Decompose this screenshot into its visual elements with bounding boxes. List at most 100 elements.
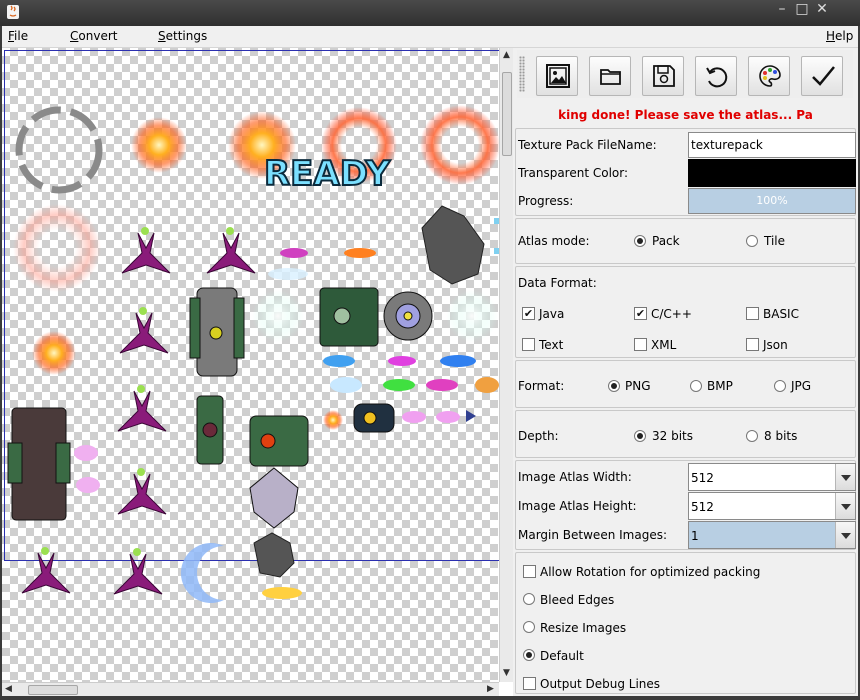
output-debug-checkbox[interactable] xyxy=(523,677,536,690)
default-label: Default xyxy=(540,649,584,663)
scroll-down-arrow-icon[interactable]: ▼ xyxy=(503,668,510,678)
resize-images-label: Resize Images xyxy=(540,621,627,635)
basic-checkbox[interactable] xyxy=(746,307,759,320)
ready-sprite-text: READY xyxy=(263,153,391,195)
atlas-mode-label: Atlas mode: xyxy=(518,234,590,248)
basic-label: BASIC xyxy=(763,307,799,321)
image-format-section: Format: PNG BMP JPG xyxy=(515,360,856,408)
resize-images-radio[interactable] xyxy=(523,621,535,633)
cpp-checkbox[interactable]: ✔ xyxy=(634,307,647,320)
texture-pack-filename-input[interactable]: texturepack xyxy=(688,132,856,158)
margin-select[interactable]: 1 xyxy=(688,521,856,549)
text-checkbox[interactable] xyxy=(522,338,535,351)
vertical-scrollbar[interactable]: ▲ ▼ xyxy=(499,48,513,682)
format-label: Format: xyxy=(518,379,565,393)
json-label: Json xyxy=(763,338,788,352)
save-button[interactable] xyxy=(642,56,684,96)
toolbar xyxy=(517,50,853,98)
depth-8-label: 8 bits xyxy=(764,429,798,443)
atlas-width-select[interactable]: 512 xyxy=(688,463,856,491)
format-png-label: PNG xyxy=(625,379,651,393)
format-bmp-radio[interactable] xyxy=(690,380,702,392)
checkmark-icon xyxy=(812,66,835,86)
text-label: Text xyxy=(539,338,564,352)
atlas-mode-pack-label: Pack xyxy=(652,234,680,248)
file-settings-section: Texture Pack FileName: texturepack Trans… xyxy=(515,128,856,216)
java-checkbox[interactable]: ✔ xyxy=(522,307,535,320)
chevron-down-icon[interactable] xyxy=(835,522,855,548)
atlas-height-select[interactable]: 512 xyxy=(688,492,856,520)
scroll-right-arrow-icon[interactable]: ▶ xyxy=(487,684,494,694)
open-folder-button[interactable] xyxy=(589,56,631,96)
bleed-edges-radio[interactable] xyxy=(523,593,535,605)
data-format-section: Data Format: ✔ Java ✔ C/C++ BASIC Text X… xyxy=(515,266,856,358)
atlas-mode-tile-label: Tile xyxy=(764,234,786,248)
format-png-radio[interactable] xyxy=(608,380,620,392)
atlas-mode-tile-radio[interactable] xyxy=(746,235,758,247)
atlas-mode-section: Atlas mode: Pack Tile xyxy=(515,218,856,264)
xml-checkbox[interactable] xyxy=(634,338,647,351)
menu-settings[interactable]: Settings xyxy=(158,29,207,43)
depth-label: Depth: xyxy=(518,429,559,443)
chevron-down-icon[interactable] xyxy=(835,493,855,519)
data-format-label: Data Format: xyxy=(518,276,597,290)
atlas-mode-pack-radio[interactable] xyxy=(634,235,646,247)
format-jpg-radio[interactable] xyxy=(774,380,786,392)
atlas-preview-pane[interactable]: READY ▲ ▼ ◀ ▶ xyxy=(2,48,513,696)
menu-help[interactable]: Help xyxy=(826,29,853,43)
margin-value: 1 xyxy=(691,529,699,543)
title-bar: – □ ✕ xyxy=(0,0,860,26)
depth-section: Depth: 32 bits 8 bits xyxy=(515,410,856,458)
progress-label: Progress: xyxy=(518,194,574,208)
allow-rotation-label: Allow Rotation for optimized packing xyxy=(540,565,761,579)
menu-bar: File Convert Settings Help xyxy=(2,26,858,48)
maximize-button[interactable]: □ xyxy=(791,0,813,20)
cpp-label: C/C++ xyxy=(651,307,692,321)
chevron-down-icon[interactable] xyxy=(835,464,855,490)
refresh-button[interactable] xyxy=(695,56,737,96)
atlas-width-value: 512 xyxy=(691,471,714,485)
horizontal-scroll-thumb[interactable] xyxy=(28,685,78,695)
xml-label: XML xyxy=(651,338,677,352)
save-icon xyxy=(653,65,675,87)
output-debug-label: Output Debug Lines xyxy=(540,677,661,691)
java-app-icon xyxy=(7,5,19,19)
allow-rotation-checkbox[interactable] xyxy=(523,565,536,578)
json-checkbox[interactable] xyxy=(746,338,759,351)
minimize-button[interactable]: – xyxy=(771,0,793,20)
apply-button[interactable] xyxy=(801,56,843,96)
refresh-icon xyxy=(706,67,728,88)
menu-file[interactable]: File xyxy=(8,29,28,43)
close-button[interactable]: ✕ xyxy=(811,0,833,20)
depth-32-label: 32 bits xyxy=(652,429,693,443)
margin-label: Margin Between Images: xyxy=(518,528,667,542)
palette-icon xyxy=(759,65,781,87)
bleed-edges-label: Bleed Edges xyxy=(540,593,615,607)
menu-convert[interactable]: Convert xyxy=(70,29,117,43)
scroll-up-arrow-icon[interactable]: ▲ xyxy=(503,50,510,60)
atlas-height-label: Image Atlas Height: xyxy=(518,499,637,513)
horizontal-scrollbar[interactable]: ◀ ▶ xyxy=(2,682,499,696)
status-message: king done! Please save the atlas... Pa xyxy=(558,108,813,122)
format-bmp-label: BMP xyxy=(707,379,733,393)
transparent-color-label: Transparent Color: xyxy=(518,166,629,180)
scroll-left-arrow-icon[interactable]: ◀ xyxy=(5,684,12,694)
transparent-color-swatch[interactable] xyxy=(688,159,856,187)
toolbar-grip[interactable] xyxy=(519,56,525,92)
format-jpg-label: JPG xyxy=(791,379,812,393)
color-palette-button[interactable] xyxy=(748,56,790,96)
depth-8-radio[interactable] xyxy=(746,430,758,442)
atlas-width-label: Image Atlas Width: xyxy=(518,470,632,484)
open-image-button[interactable] xyxy=(536,56,578,96)
settings-panel: king done! Please save the atlas... Pa T… xyxy=(513,48,858,696)
atlas-size-section: Image Atlas Width: 512 Image Atlas Heigh… xyxy=(515,460,856,550)
folder-icon xyxy=(600,69,621,85)
progress-bar: 100% xyxy=(688,188,856,214)
texture-pack-label: Texture Pack FileName: xyxy=(518,138,657,152)
vertical-scroll-thumb[interactable] xyxy=(502,72,512,156)
sprite-atlas-image xyxy=(7,105,499,603)
image-icon xyxy=(546,64,570,88)
atlas-height-value: 512 xyxy=(691,500,714,514)
depth-32-radio[interactable] xyxy=(634,430,646,442)
default-radio[interactable] xyxy=(523,649,535,661)
